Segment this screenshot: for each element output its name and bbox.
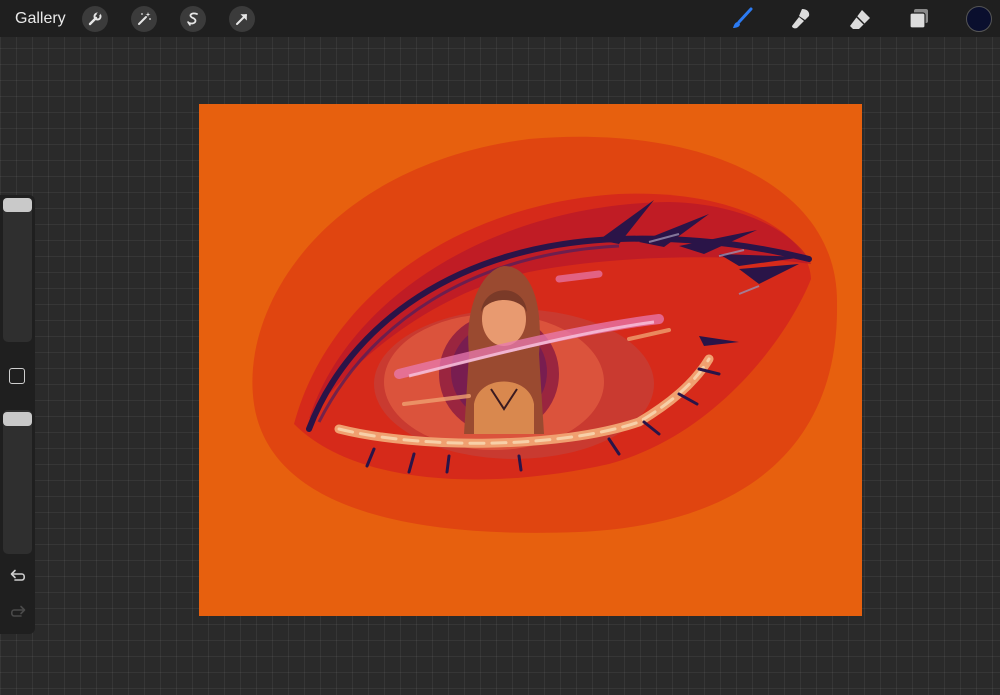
undo-icon[interactable] bbox=[9, 568, 27, 584]
smudge-icon bbox=[792, 9, 810, 29]
adjustments-button[interactable] bbox=[131, 6, 157, 32]
brush-icon bbox=[733, 7, 753, 28]
brush-button[interactable] bbox=[728, 5, 756, 33]
left-sidebar bbox=[0, 195, 35, 634]
smudge-button[interactable] bbox=[787, 5, 815, 33]
opacity-slider[interactable] bbox=[3, 410, 32, 554]
gallery-button[interactable]: Gallery bbox=[15, 9, 66, 29]
selection-button[interactable] bbox=[180, 6, 206, 32]
eye-artwork bbox=[252, 136, 838, 533]
brush-size-slider[interactable] bbox=[3, 198, 32, 342]
eraser-button[interactable] bbox=[846, 5, 874, 33]
actions-button[interactable] bbox=[82, 6, 108, 32]
magic-wand-icon bbox=[138, 12, 151, 25]
transform-arrow-icon bbox=[236, 14, 247, 25]
brush-size-thumb[interactable] bbox=[3, 198, 32, 212]
layers-icon bbox=[909, 9, 928, 29]
eraser-icon bbox=[850, 10, 870, 29]
transform-button[interactable] bbox=[229, 6, 255, 32]
opacity-thumb[interactable] bbox=[3, 412, 32, 426]
redo-icon[interactable] bbox=[9, 604, 27, 620]
color-picker-button[interactable] bbox=[966, 6, 992, 32]
selection-icon bbox=[187, 12, 198, 26]
top-toolbar: Gallery bbox=[0, 0, 1000, 37]
modify-button[interactable] bbox=[9, 368, 25, 384]
drawing-canvas[interactable] bbox=[199, 104, 862, 616]
wrench-icon bbox=[88, 11, 102, 26]
layers-button[interactable] bbox=[905, 5, 933, 33]
